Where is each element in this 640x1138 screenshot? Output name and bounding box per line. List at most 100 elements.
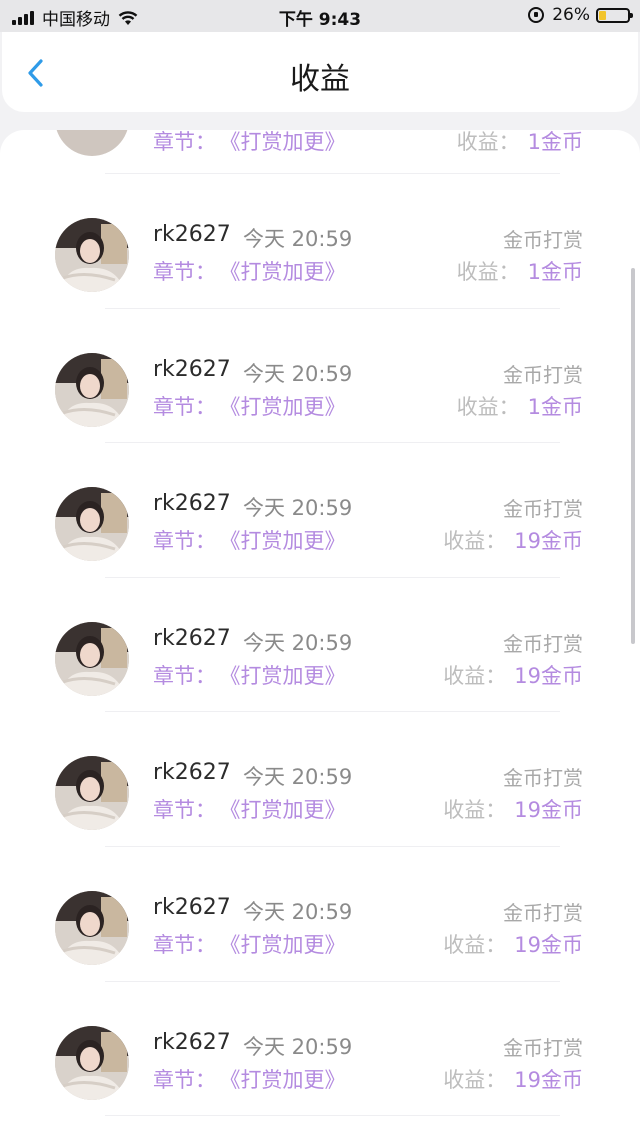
- chapter-label: 章节：: [153, 529, 216, 554]
- chapter-info: 章节： 《打赏加更》: [153, 794, 346, 824]
- username[interactable]: rk2627: [153, 357, 231, 382]
- username[interactable]: rk2627: [153, 760, 231, 785]
- list-item[interactable]: rk2627 今天 20:59 金币打赏 章节： 《打赏加更》 收益： 19金币: [0, 443, 640, 578]
- chapter-name[interactable]: 《打赏加更》: [230, 664, 346, 688]
- list-item[interactable]: rk2627 今天 20:59 金币打赏 章节： 《打赏加更》 收益： 19金币: [0, 982, 640, 1117]
- list-item[interactable]: rk2627 今天 20:59 金币打赏 章节： 《打赏加更》 收益： 19金币: [0, 578, 640, 713]
- income-amount: 1金币: [527, 260, 583, 284]
- income-type: 金币打赏: [503, 1035, 583, 1060]
- income-amount: 19金币: [514, 1067, 583, 1092]
- avatar-image: [55, 621, 129, 696]
- record-time: 今天 20:59: [243, 630, 353, 655]
- username[interactable]: rk2627: [153, 626, 231, 651]
- income-label: 收益：: [456, 394, 520, 419]
- avatar: [55, 1025, 129, 1100]
- chapter-info: 章节： 《打赏加更》: [153, 391, 346, 421]
- income-info: 收益： 1金币: [456, 130, 583, 154]
- income-info: 收益： 19金币: [443, 794, 583, 824]
- income-type: 金币打赏: [503, 497, 583, 522]
- chapter-label: 章节：: [153, 663, 216, 688]
- chapter-label: 章节：: [153, 394, 216, 419]
- battery-icon: [596, 7, 633, 23]
- avatar-image: [55, 218, 129, 292]
- record-time: 今天 20:59: [243, 899, 353, 924]
- chapter-info: 章节： 《打赏加更》: [153, 1064, 346, 1094]
- chapter-name[interactable]: 《打赏加更》: [230, 529, 346, 553]
- income-info: 收益： 19金币: [443, 1064, 583, 1094]
- chapter-label: 章节：: [153, 1067, 216, 1092]
- list-item[interactable]: rk2627 今天 20:59 金币打赏 章节： 《打赏加更》 收益： 1金币: [0, 309, 640, 444]
- chapter-info: 章节： 《打赏加更》: [153, 525, 346, 555]
- status-right: 26%: [528, 5, 633, 25]
- avatar: [55, 487, 129, 562]
- username[interactable]: rk2627: [153, 895, 231, 920]
- list-item-partial[interactable]: 章节： 《打赏加更》 收益： 1金币: [0, 130, 640, 174]
- avatar-image: [55, 487, 129, 562]
- income-label: 收益：: [443, 932, 507, 957]
- chapter-label: 章节：: [153, 798, 216, 823]
- income-type: 金币打赏: [503, 766, 583, 791]
- income-label: 收益：: [443, 1067, 507, 1092]
- income-type: 金币打赏: [503, 362, 583, 387]
- record-time: 今天 20:59: [243, 496, 353, 521]
- page-title: 收益: [290, 62, 350, 97]
- list-item[interactable]: rk2627 今天 20:59 金币打赏 章节： 《打赏加更》 收益： 19金币: [0, 712, 640, 847]
- avatar: [55, 218, 129, 292]
- chapter-info: 章节： 《打赏加更》: [153, 256, 346, 286]
- income-type: 金币打赏: [503, 900, 583, 925]
- income-amount: 19金币: [514, 932, 583, 957]
- income-amount: 19金币: [514, 798, 583, 823]
- username[interactable]: rk2627: [153, 1030, 231, 1055]
- chapter-label: 章节：: [153, 260, 216, 284]
- avatar: [55, 352, 129, 427]
- scrollbar[interactable]: [631, 268, 635, 644]
- income-type: 金币打赏: [503, 228, 583, 252]
- avatar-image: [55, 756, 129, 831]
- avatar: [55, 756, 129, 831]
- chapter-name[interactable]: 《打赏加更》: [230, 1068, 346, 1092]
- income-label: 收益：: [443, 529, 507, 554]
- username[interactable]: rk2627: [153, 222, 231, 247]
- record-time: 今天 20:59: [243, 1034, 353, 1059]
- chapter-name[interactable]: 《打赏加更》: [230, 798, 346, 822]
- status-bar: 中国移动 下午 9:43 26%: [0, 0, 640, 32]
- chapter-info: 章节： 《打赏加更》: [153, 660, 346, 690]
- chapter-name[interactable]: 《打赏加更》: [230, 260, 346, 284]
- income-info: 收益： 19金币: [443, 660, 583, 690]
- avatar: [55, 130, 129, 156]
- nav-bar: 收益: [2, 32, 638, 112]
- avatar: [55, 890, 129, 965]
- chapter-name: 《打赏加更》: [230, 130, 346, 154]
- chapter-name[interactable]: 《打赏加更》: [230, 933, 346, 957]
- avatar-image: [55, 890, 129, 965]
- income-info: 收益： 19金币: [443, 929, 583, 959]
- avatar-image: [55, 352, 129, 427]
- income-label: 收益：: [443, 663, 507, 688]
- chapter-label: 章节：: [153, 932, 216, 957]
- income-amount: 1金币: [527, 394, 583, 419]
- income-info: 收益： 1金币: [457, 256, 583, 286]
- income-record-list[interactable]: 章节： 《打赏加更》 收益： 1金币 rk2627 今天 20:59 金币打赏 章节…: [0, 130, 640, 1138]
- income-info: 收益： 1金币: [457, 391, 583, 421]
- chapter-info: 章节： 《打赏加更》: [153, 929, 346, 959]
- income-label: 收益：: [456, 260, 520, 284]
- chapter-name[interactable]: 《打赏加更》: [230, 395, 346, 419]
- record-time: 今天 20:59: [243, 765, 353, 790]
- list-item[interactable]: rk2627 今天 20:59 金币打赏 章节： 《打赏加更》 收益： 1金币: [0, 174, 640, 309]
- income-type: 金币打赏: [503, 631, 583, 656]
- chapter-info: 章节： 《打赏加更》: [153, 130, 346, 154]
- orientation-lock-icon: [528, 7, 545, 23]
- income-amount: 19金币: [514, 529, 583, 554]
- income-amount: 19金币: [514, 663, 583, 688]
- battery-percent: 26%: [552, 5, 590, 25]
- avatar: [55, 621, 129, 696]
- avatar-image: [55, 1025, 129, 1100]
- row-divider: [105, 1115, 560, 1117]
- record-time: 今天 20:59: [243, 227, 353, 251]
- list-item[interactable]: rk2627 今天 20:59 金币打赏 章节： 《打赏加更》 收益： 19金币: [0, 847, 640, 982]
- income-info: 收益： 19金币: [443, 525, 583, 555]
- income-amount: 1金币: [527, 130, 583, 154]
- income-label: 收益：: [443, 798, 507, 823]
- record-time: 今天 20:59: [243, 361, 353, 386]
- username[interactable]: rk2627: [153, 491, 231, 516]
